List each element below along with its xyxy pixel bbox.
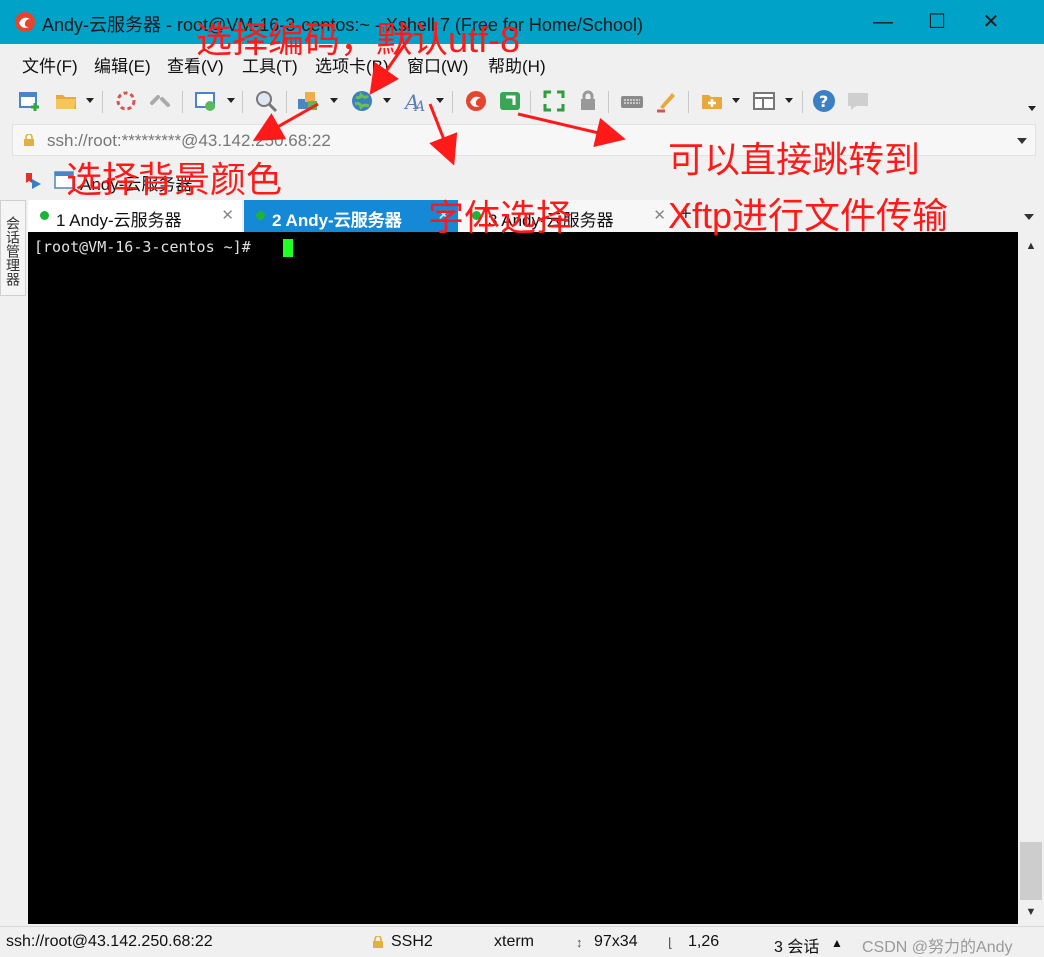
status-position: 1,26: [688, 933, 720, 950]
menu-file[interactable]: 文件(F): [22, 52, 78, 77]
annotation-font: 字体选择: [428, 197, 573, 238]
address-dropdown-arrow[interactable]: [1017, 138, 1027, 144]
annotation-background: 选择背景颜色: [66, 159, 283, 200]
status-protocol: SSH2: [391, 933, 433, 950]
open-folder-icon[interactable]: [54, 89, 78, 113]
font-icon[interactable]: AA: [404, 89, 428, 113]
toolbar-separator: [182, 91, 183, 113]
toolbar-separator: [452, 91, 453, 113]
connected-status-dot: [256, 211, 265, 220]
toolbar-overflow-arrow[interactable]: [1028, 106, 1036, 111]
status-connection: ssh://root@43.142.250.68:22: [6, 933, 213, 950]
connected-status-dot: [40, 211, 49, 220]
status-bar: ssh://root@43.142.250.68:22 SSH2 xterm ↕…: [0, 926, 1044, 957]
layout-icon[interactable]: [752, 89, 776, 113]
properties-dropdown-arrow[interactable]: [227, 98, 235, 103]
keyboard-icon[interactable]: [620, 89, 644, 113]
find-icon[interactable]: [254, 89, 278, 113]
terminal-cursor: [283, 239, 293, 257]
lock-icon: [24, 134, 34, 146]
toolbar-separator: [802, 91, 803, 113]
encoding-globe-icon[interactable]: [350, 89, 374, 113]
help-icon[interactable]: ?: [812, 89, 836, 113]
layout-dropdown-arrow[interactable]: [785, 98, 793, 103]
svg-text:A: A: [413, 99, 425, 113]
tab-session-2[interactable]: 2 Andy-云服务器 ✕: [244, 200, 458, 232]
disconnect-icon[interactable]: [148, 89, 172, 113]
tab-close-icon[interactable]: ✕: [653, 206, 666, 224]
new-session-icon[interactable]: [18, 89, 42, 113]
properties-icon[interactable]: [194, 89, 218, 113]
menu-edit[interactable]: 编辑(E): [94, 52, 151, 77]
open-dropdown-arrow[interactable]: [86, 98, 94, 103]
toolbar-separator: [530, 91, 531, 113]
close-button[interactable]: ✕: [968, 0, 1014, 44]
scroll-thumb[interactable]: [1020, 842, 1042, 900]
terminal-scrollbar[interactable]: ▲ ▼: [1018, 232, 1044, 924]
title-bar: Andy-云服务器 - root@VM-16-3-centos:~ - Xshe…: [0, 0, 1044, 44]
encoding-dropdown-arrow[interactable]: [383, 98, 391, 103]
lock-icon[interactable]: [576, 89, 600, 113]
status-sessions: 3 会话: [774, 939, 820, 956]
status-size: 97x34: [594, 933, 638, 950]
xshell-logo-icon: [15, 12, 35, 32]
address-input[interactable]: ssh://root:*********@43.142.250.68:22: [47, 131, 331, 151]
terminal-prompt: [root@VM-16-3-centos ~]#: [34, 238, 260, 256]
annotation-encoding: 选择编码，默认utf-8: [196, 19, 521, 60]
compose-icon[interactable]: [700, 89, 724, 113]
tab-session-1[interactable]: 1 Andy-云服务器 ✕: [28, 200, 242, 232]
transfer-icon[interactable]: [498, 89, 522, 113]
color-scheme-icon[interactable]: [296, 89, 320, 113]
sessions-up-arrow[interactable]: ▲: [831, 936, 843, 950]
size-icon: ↕: [576, 935, 583, 950]
toolbar-separator: [608, 91, 609, 113]
menu-bar: 文件(F) 编辑(E) 查看(V) 工具(T) 选项卡(B) 窗口(W) 帮助(…: [0, 44, 1044, 82]
tab-list-arrow[interactable]: [1024, 214, 1034, 220]
scroll-up-arrow[interactable]: ▲: [1018, 234, 1044, 258]
session-manager-side-tab[interactable]: 会话管理器: [0, 200, 26, 296]
toolbar-separator: [286, 91, 287, 113]
link-bar-toggle-icon[interactable]: [24, 171, 42, 189]
tab-close-icon[interactable]: ✕: [221, 206, 234, 224]
toolbar: AA ?: [0, 82, 1044, 122]
fullscreen-icon[interactable]: [542, 89, 566, 113]
tab-label: 1 Andy-云服务器: [56, 211, 182, 230]
font-dropdown-arrow[interactable]: [436, 98, 444, 103]
chat-icon[interactable]: [846, 89, 870, 113]
scroll-down-arrow[interactable]: ▼: [1018, 900, 1044, 924]
minimize-button[interactable]: —: [860, 0, 906, 44]
color-scheme-dropdown-arrow[interactable]: [330, 98, 338, 103]
annotation-xftp-line2: Xftp进行文件传输: [668, 195, 949, 236]
toolbar-separator: [242, 91, 243, 113]
tab-label: 2 Andy-云服务器: [272, 211, 402, 230]
cursor-position-icon: ⌊: [668, 935, 674, 950]
toolbar-separator: [688, 91, 689, 113]
svg-text:?: ?: [819, 92, 828, 111]
reconnect-icon[interactable]: [114, 89, 138, 113]
xftp-icon[interactable]: [464, 89, 488, 113]
compose-dropdown-arrow[interactable]: [732, 98, 740, 103]
maximize-button[interactable]: ☐: [914, 0, 960, 44]
highlight-icon[interactable]: [654, 89, 678, 113]
csdn-watermark: CSDN @努力的Andy: [862, 939, 1013, 956]
toolbar-separator: [102, 91, 103, 113]
terminal-area[interactable]: [root@VM-16-3-centos ~]#: [28, 232, 1018, 924]
annotation-xftp-line1: 可以直接跳转到: [668, 139, 921, 180]
status-terminal-type: xterm: [494, 933, 534, 950]
lock-icon: [373, 936, 383, 948]
